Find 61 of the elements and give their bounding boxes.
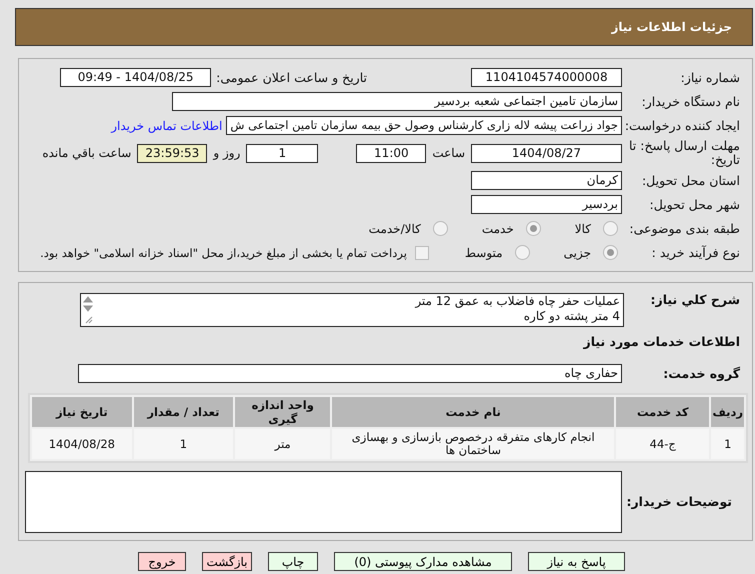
province-field[interactable]: کرمان	[471, 171, 622, 190]
deadline-date-field[interactable]: 1404/08/27	[471, 144, 622, 162]
table-cell: 1404/08/28	[32, 429, 132, 459]
remaining-label: ساعت باقي مانده	[42, 146, 132, 160]
table-cell: 1	[711, 429, 744, 459]
radio-label: جزیی	[564, 246, 591, 260]
table-cell: متر	[235, 429, 330, 459]
field-label: شماره نیاز:	[680, 70, 740, 84]
notes-field[interactable]	[25, 471, 622, 533]
table-cell: انجام کارهای متفرقه درخصوص بازسازی و بهسازی ساختمان ها	[332, 429, 614, 459]
radio-button[interactable]	[603, 245, 618, 260]
radio-label: متوسط	[464, 246, 503, 260]
field-label: نام دستگاه خریدار:	[640, 94, 740, 108]
field-label: گروه خدمت:	[662, 366, 740, 380]
section-title: اطلاعات خدمات مورد نیاز	[584, 334, 740, 349]
field-label: مهلت ارسال پاسخ: تا تاریخ:	[628, 139, 740, 167]
field-label: توضیحات خریدار:	[626, 495, 733, 509]
column-header: واحد اندازه گیری	[235, 397, 330, 427]
remaining-time-field: 23:59:53	[137, 144, 208, 162]
radio-label: کالا/خدمت	[368, 222, 421, 236]
need-number-field[interactable]: 1104104574000008	[471, 68, 622, 87]
table-cell: 1	[134, 429, 234, 459]
city-field[interactable]: بردسیر	[471, 195, 622, 214]
time-label: ساعت	[432, 146, 465, 160]
days-field[interactable]: 1	[246, 144, 318, 162]
action-button[interactable]: پاسخ به نیاز	[528, 552, 625, 571]
requester-field[interactable]: جواد زراعت پیشه لاله زاری کارشناس وصول حق بیمه سازمان تامین اجتماعی ش	[226, 116, 622, 135]
column-header: کد خدمت	[616, 397, 710, 427]
radio-button[interactable]	[432, 221, 448, 236]
radio-label: خدمت	[482, 222, 514, 236]
field-label: استان محل تحویل:	[640, 174, 740, 188]
radio-button[interactable]	[526, 221, 541, 236]
field-label: شهر محل تحویل:	[648, 198, 740, 212]
days-label: روز و	[213, 146, 240, 160]
service-group-field[interactable]: حفاری چاه	[78, 364, 622, 383]
checkbox[interactable]	[414, 246, 429, 260]
field-label: طبقه بندی موضوعی:	[628, 222, 740, 236]
radio-button[interactable]	[603, 221, 618, 236]
page-title: جزئیات اطلاعات نیاز	[611, 20, 732, 34]
buyer-field[interactable]: سازمان تامین اجتماعی شعبه بردسیر	[172, 92, 622, 111]
description-field[interactable]: عملیات حفر چاه فاضلاب به عمق 12 متر 4 متر پشته دو کاره	[80, 293, 624, 327]
column-header: نام خدمت	[332, 397, 614, 427]
field-label: تاریخ و ساعت اعلان عمومی:	[216, 70, 367, 85]
scroll-arrows-icon[interactable]	[82, 295, 94, 325]
radio-button[interactable]	[514, 245, 530, 260]
column-header: ردیف	[711, 397, 744, 427]
action-button[interactable]: خروج	[138, 552, 186, 571]
column-header: تعداد / مقدار	[134, 397, 234, 427]
action-button[interactable]: بازگشت	[202, 552, 252, 571]
contact-link[interactable]: اطلاعات تماس خریدار	[111, 118, 222, 132]
table-cell: ج-44	[616, 429, 710, 459]
field-label: نوع فرآیند خرید :	[650, 246, 740, 260]
payment-note: پرداخت تمام یا بخشی از مبلغ خرید،از محل "اسناد خزانه اسلامی" خواهد بود.	[40, 246, 407, 260]
action-button[interactable]: چاپ	[268, 552, 318, 571]
field-label: شرح کلي نیاز:	[650, 293, 740, 307]
action-button[interactable]: مشاهده مدارک پیوستی (0)	[334, 552, 512, 571]
time-field[interactable]: 11:00	[356, 144, 426, 162]
radio-label: کالا	[574, 222, 591, 236]
field-label: ایجاد کننده درخواست:	[624, 118, 740, 132]
announce-date-field[interactable]: 1404/08/25 - 09:49	[60, 68, 212, 87]
column-header: تاریخ نیاز	[32, 397, 132, 427]
